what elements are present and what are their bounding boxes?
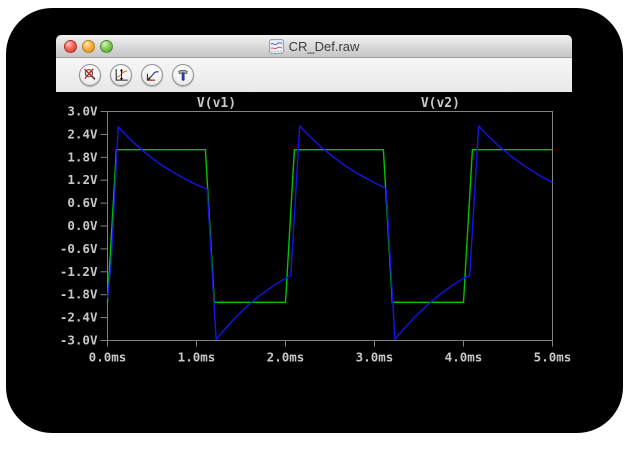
traffic-lights xyxy=(64,40,113,53)
toolbar xyxy=(56,58,572,92)
hammer-icon xyxy=(178,69,188,81)
y-tick-label: -2.4V xyxy=(60,310,98,325)
y-tick-label: 1.2V xyxy=(67,172,98,187)
control-panel-button[interactable] xyxy=(172,64,194,86)
y-tick-label: -1.8V xyxy=(60,287,98,302)
y-tick-label: 2.4V xyxy=(67,126,98,141)
axis-box xyxy=(107,111,553,341)
window-title-group: CR_Def.raw xyxy=(268,38,360,54)
close-button[interactable] xyxy=(64,40,77,53)
legend-V(v2): V(v2) xyxy=(421,96,460,111)
waveform-document-icon xyxy=(268,38,284,54)
plot-settings-button[interactable] xyxy=(141,64,163,86)
y-tick-label: 3.0V xyxy=(67,104,98,119)
titlebar[interactable]: CR_Def.raw xyxy=(56,35,572,58)
waveform-viewer-window: CR_Def.raw 3.0V 2.4V 1.8V 1.2V 0.6V 0.0V… xyxy=(56,35,572,415)
y-tick-label: -1.2V xyxy=(60,264,98,279)
zoom-undo-button[interactable] xyxy=(79,64,101,86)
waveform-plot-area[interactable]: 3.0V 2.4V 1.8V 1.2V 0.6V 0.0V -0.6V -1.2V -1.8V -… xyxy=(56,92,572,415)
y-tick-label: -3.0V xyxy=(60,333,98,348)
y-tick-label: -0.6V xyxy=(60,241,98,256)
minimize-button[interactable] xyxy=(82,40,95,53)
x-tick-label: 5.0ms xyxy=(534,350,572,365)
x-tick-label: 0.0ms xyxy=(89,350,127,365)
y-tick-label: 0.6V xyxy=(67,195,98,210)
waveform-chart: 3.0V 2.4V 1.8V 1.2V 0.6V 0.0V -0.6V -1.2V -1.8V -… xyxy=(60,96,572,365)
autorange-button[interactable] xyxy=(110,64,132,86)
x-tick-label: 2.0ms xyxy=(267,350,305,365)
x-tick-label: 3.0ms xyxy=(356,350,394,365)
axes-autorange-icon xyxy=(115,68,128,81)
legend-V(v1): V(v1) xyxy=(197,96,236,111)
x-tick-label: 1.0ms xyxy=(178,350,216,365)
x-tick-label: 4.0ms xyxy=(445,350,483,365)
plot-cursor-icon xyxy=(146,71,159,81)
y-tick-label: 1.8V xyxy=(67,149,98,164)
y-tick-label: 0.0V xyxy=(67,218,98,233)
window-title: CR_Def.raw xyxy=(288,38,360,54)
magnifier-with-red-x-icon xyxy=(83,68,96,80)
zoom-window-button[interactable] xyxy=(100,40,113,53)
trace-V(v2) xyxy=(106,125,553,341)
